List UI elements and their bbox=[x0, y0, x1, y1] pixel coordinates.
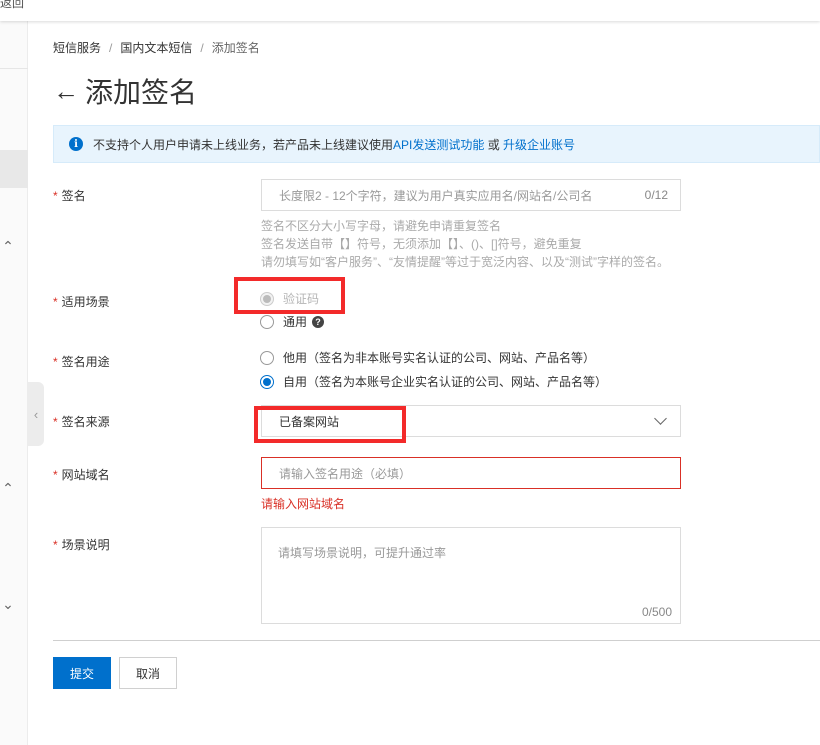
sidebar-collapse-handle[interactable]: ‹ bbox=[28, 382, 44, 446]
back-arrow-icon[interactable]: ← bbox=[53, 78, 79, 104]
signature-counter: 0/12 bbox=[644, 188, 668, 202]
radio-button[interactable] bbox=[260, 350, 274, 365]
required-mark: * bbox=[53, 538, 58, 552]
required-mark: * bbox=[53, 295, 58, 309]
breadcrumb-item-current: 添加签名 bbox=[211, 41, 260, 55]
info-icon: i bbox=[69, 137, 83, 151]
annotation-box-scenario bbox=[234, 277, 345, 314]
domain-error-message: 请输入网站域名 bbox=[261, 497, 346, 511]
description-label: * 场景说明 bbox=[53, 536, 110, 553]
domain-placeholder: 请输入签名用途（必填） bbox=[279, 466, 412, 481]
source-label-text: 签名来源 bbox=[61, 415, 110, 429]
scenario-label-text: 适用场景 bbox=[61, 295, 110, 309]
breadcrumb-separator: / bbox=[109, 41, 113, 55]
notice-text-or: 或 bbox=[484, 137, 504, 152]
api-test-link[interactable]: API发送测试功能 bbox=[393, 136, 484, 153]
signature-label: * 签名 bbox=[53, 187, 86, 204]
breadcrumb: 短信服务 / 国内文本短信 / 添加签名 bbox=[53, 39, 260, 56]
breadcrumb-item-domestic-sms[interactable]: 国内文本短信 bbox=[120, 41, 192, 55]
form-divider bbox=[53, 640, 820, 641]
notice-text: 不支持个人用户申请未上线业务，若产品未上线建议使用 bbox=[93, 137, 394, 152]
signature-help-line: 签名发送自带【】符号，无须添加【】、()、[]符号，避免重复 bbox=[261, 237, 582, 251]
signature-help-line: 签名不区分大小写字母，请避免申请重复签名 bbox=[261, 219, 502, 233]
annotation-box-source bbox=[254, 406, 406, 443]
required-mark: * bbox=[53, 468, 58, 482]
scenario-option-general[interactable]: 通用 ? bbox=[260, 313, 325, 330]
topbar-partial-text[interactable]: 返回 bbox=[0, 0, 24, 11]
chevron-down-icon bbox=[654, 412, 667, 425]
signature-input[interactable]: 长度限2 - 12个字符，建议为用户真实应用名/网站名/公司名 0/12 bbox=[261, 179, 681, 211]
description-counter: 0/500 bbox=[641, 605, 672, 619]
radio-button-checked[interactable] bbox=[260, 374, 274, 389]
left-sidebar: ⌃ ⌃ ⌄ bbox=[0, 21, 28, 745]
breadcrumb-separator: / bbox=[200, 41, 204, 55]
description-placeholder: 请填写场景说明，可提升通过率 bbox=[278, 546, 447, 560]
page-title: ← 添加签名 bbox=[53, 73, 197, 109]
domain-input[interactable]: 请输入签名用途（必填） bbox=[261, 457, 681, 489]
scenario-option-label: 通用 bbox=[283, 315, 308, 329]
domain-label-text: 网站域名 bbox=[61, 468, 110, 482]
source-label: * 签名来源 bbox=[53, 413, 110, 430]
chevron-down-icon[interactable]: ⌄ bbox=[0, 596, 16, 613]
description-label-text: 场景说明 bbox=[61, 538, 110, 552]
usage-label-text: 签名用途 bbox=[61, 355, 110, 369]
signature-placeholder: 长度限2 - 12个字符，建议为用户真实应用名/网站名/公司名 bbox=[279, 188, 593, 203]
domain-label: * 网站域名 bbox=[53, 466, 110, 483]
info-notice: i 不支持个人用户申请未上线业务，若产品未上线建议使用 API发送测试功能 或 升… bbox=[53, 125, 820, 163]
usage-label: * 签名用途 bbox=[53, 353, 110, 370]
required-mark: * bbox=[53, 189, 58, 203]
usage-option-label: 自用（签名为本账号企业实名认证的公司、网站、产品名等） bbox=[283, 375, 608, 389]
question-icon[interactable]: ? bbox=[312, 315, 325, 328]
usage-option-self[interactable]: 自用（签名为本账号企业实名认证的公司、网站、产品名等） bbox=[260, 373, 607, 390]
description-textarea[interactable]: 请填写场景说明，可提升通过率 0/500 bbox=[261, 527, 681, 624]
radio-button[interactable] bbox=[260, 314, 274, 329]
upgrade-account-link[interactable]: 升级企业账号 bbox=[503, 136, 575, 153]
usage-option-label: 他用（签名为非本账号实名认证的公司、网站、产品名等） bbox=[283, 351, 596, 365]
breadcrumb-item-sms-service[interactable]: 短信服务 bbox=[53, 41, 101, 55]
signature-help-line: 请勿填写如“客户服务”、“友情提醒”等过于宽泛内容、以及“测试”字样的签名。 bbox=[261, 255, 669, 269]
chevron-left-icon: ‹ bbox=[33, 406, 39, 422]
page-title-text: 添加签名 bbox=[85, 77, 198, 108]
signature-label-text: 签名 bbox=[61, 189, 86, 203]
submit-button[interactable]: 提交 bbox=[53, 657, 111, 689]
rail-active-item[interactable] bbox=[0, 150, 28, 188]
cancel-button[interactable]: 取消 bbox=[119, 657, 177, 689]
scenario-label: * 适用场景 bbox=[53, 293, 110, 310]
chevron-up-icon[interactable]: ⌃ bbox=[0, 238, 16, 255]
required-mark: * bbox=[53, 415, 58, 429]
usage-option-other[interactable]: 他用（签名为非本账号实名认证的公司、网站、产品名等） bbox=[260, 349, 595, 366]
rail-divider bbox=[0, 68, 28, 69]
top-bar: 返回 bbox=[0, 0, 820, 21]
chevron-up-icon[interactable]: ⌃ bbox=[0, 480, 16, 497]
required-mark: * bbox=[53, 355, 58, 369]
